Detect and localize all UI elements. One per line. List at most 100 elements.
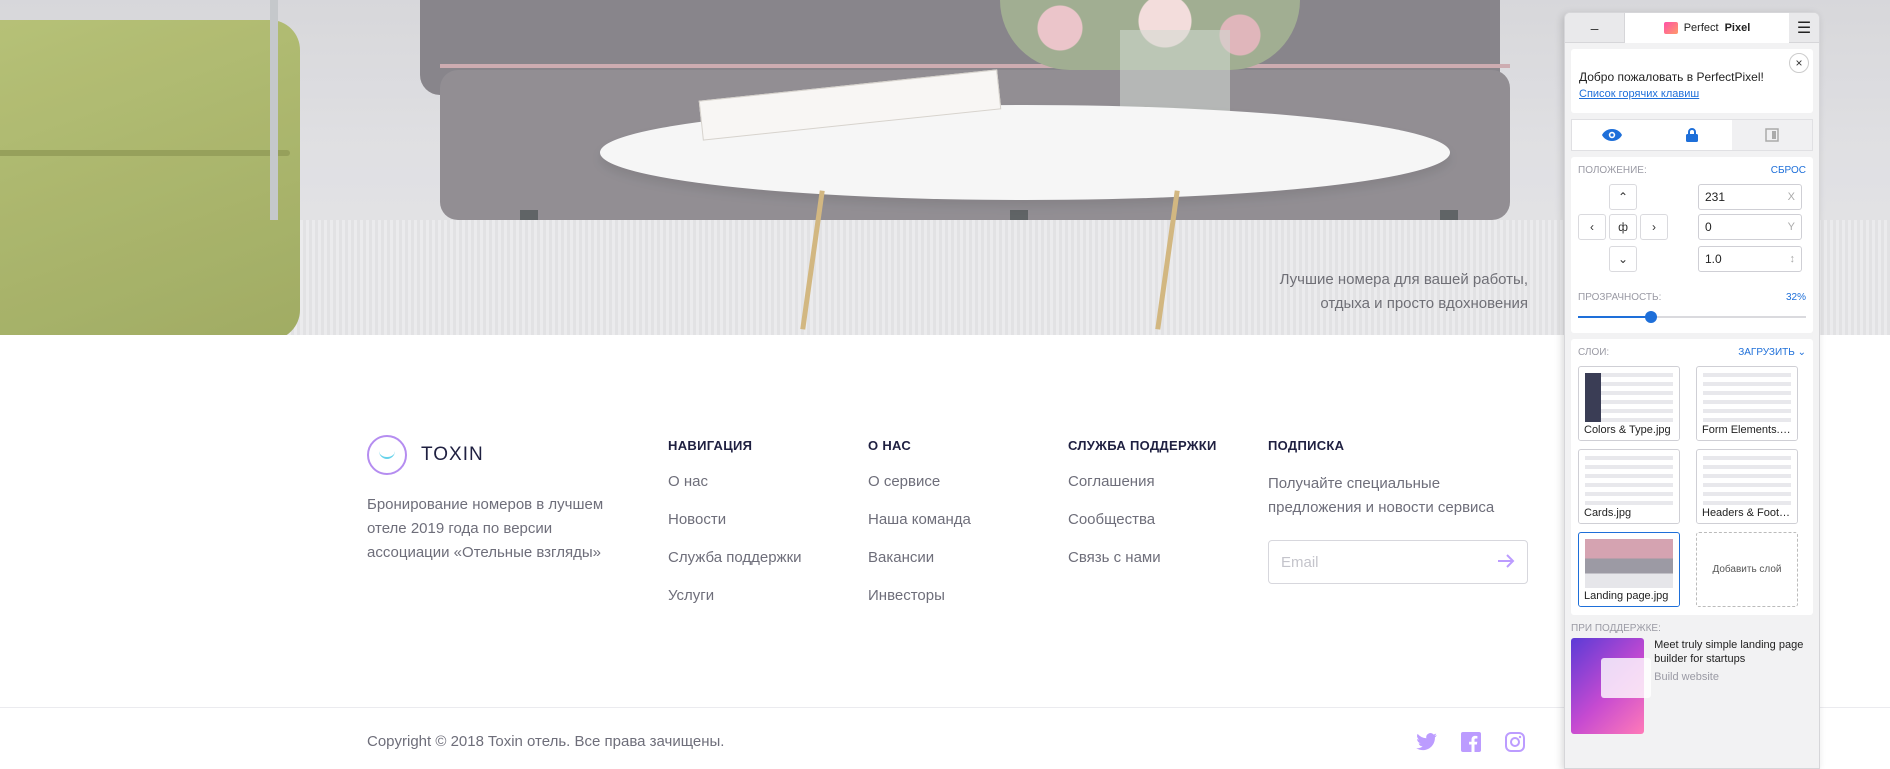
layer-name: Form Elements.jpg xyxy=(1697,422,1797,440)
hero-tagline: Лучшие номера для вашей работы, отдыха и… xyxy=(1280,268,1528,316)
opacity-fill xyxy=(1578,316,1651,318)
scale-field[interactable]: 1.0 ↕ xyxy=(1698,246,1802,272)
footer-about: Бронирование номеров в лучшем отеле 2019… xyxy=(367,496,604,561)
layers-grid: Colors & Type.jpg Form Elements.jpg Card… xyxy=(1578,366,1806,607)
column-title: СЛУЖБА ПОДДЕРЖКИ xyxy=(1068,438,1217,453)
scale-value: 1.0 xyxy=(1705,252,1722,266)
sponsor-ad-image xyxy=(1571,638,1652,734)
instagram-icon[interactable] xyxy=(1503,730,1527,754)
email-input[interactable] xyxy=(1281,553,1481,571)
opacity-knob[interactable] xyxy=(1644,311,1657,323)
move-up-button[interactable]: ⌃ xyxy=(1609,184,1637,210)
y-unit: Y xyxy=(1787,221,1795,233)
pp-layers-section: СЛОИ: ЗАГРУЗИТЬ ⌄ Colors & Type.jpg Form… xyxy=(1571,339,1813,615)
footer-logo[interactable]: TOXIN xyxy=(367,435,484,475)
layer-item[interactable]: Headers & Footers.jpg xyxy=(1696,449,1798,524)
arrow-right-icon[interactable] xyxy=(1497,551,1515,574)
sponsor-ad-copy: Meet truly simple landing page builder f… xyxy=(1654,639,1804,665)
twitter-icon[interactable] xyxy=(1415,730,1439,754)
minimize-button[interactable]: – xyxy=(1565,13,1625,43)
subscribe-text: Получайте специальные предложения и ново… xyxy=(1268,475,1495,516)
layer-name: Colors & Type.jpg xyxy=(1579,422,1679,440)
pp-welcome-text: Добро пожаловать в PerfectPixel! xyxy=(1579,70,1764,84)
pp-position-section: ПОЛОЖЕНИЕ: СБРОС ⌃ ‹ ф › ⌄ 231 X 0 Y 1.0 xyxy=(1571,157,1813,333)
x-unit: X xyxy=(1787,191,1795,203)
copyright-text: Copyright © 2018 Toxin отель. Все права … xyxy=(367,733,725,750)
footer-column-about: О НАС О сервисе Наша команда Вакансии Ин… xyxy=(868,438,971,624)
pp-position-controls: ⌃ ‹ ф › ⌄ 231 X 0 Y 1.0 ↕ xyxy=(1578,180,1806,292)
sponsor-ad-cta[interactable]: Build website xyxy=(1654,670,1813,684)
column-title: ПОДПИСКА xyxy=(1268,438,1345,453)
footer-link-news[interactable]: Новости xyxy=(668,510,802,529)
layer-name: Landing page.jpg xyxy=(1579,588,1679,606)
center-button[interactable]: ф xyxy=(1609,214,1637,240)
sponsor-ad-text: Meet truly simple landing page builder f… xyxy=(1654,638,1813,734)
perfectpixel-panel: – Perfect Pixel ☰ × Добро пожаловать в Pe… xyxy=(1564,12,1820,769)
opacity-label: ПРОЗРАЧНОСТЬ: xyxy=(1578,292,1662,303)
x-position-field[interactable]: 231 X xyxy=(1698,184,1802,210)
hotkeys-link[interactable]: Список горячих клавиш xyxy=(1579,88,1805,100)
footer-link-services[interactable]: Услуги xyxy=(668,586,802,605)
invert-icon[interactable] xyxy=(1732,120,1812,150)
footer-link-about[interactable]: О нас xyxy=(668,472,802,491)
pp-titlebar: – Perfect Pixel ☰ xyxy=(1565,13,1819,43)
move-down-button[interactable]: ⌄ xyxy=(1609,246,1637,272)
page: Лучшие номера для вашей работы, отдыха и… xyxy=(0,0,1890,769)
layer-item[interactable]: Form Elements.jpg xyxy=(1696,366,1798,441)
footer-link-contact[interactable]: Связь с нами xyxy=(1068,548,1217,567)
y-value: 0 xyxy=(1705,220,1712,234)
hero-tagline-line1: Лучшие номера для вашей работы, xyxy=(1279,271,1528,288)
footer-link-vacancies[interactable]: Вакансии xyxy=(868,548,971,567)
footer-column-subscribe: ПОДПИСКА Получайте специальные предложен… xyxy=(1268,438,1530,584)
layer-thumbnail xyxy=(1585,456,1673,505)
logo-text: TOXIN xyxy=(421,444,484,465)
column-title: НАВИГАЦИЯ xyxy=(668,438,753,453)
footer-link-about-service[interactable]: О сервисе xyxy=(868,472,971,491)
pp-opacity-label: ПРОЗРАЧНОСТЬ: 32% xyxy=(1578,292,1806,303)
footer-column-navigation: НАВИГАЦИЯ О нас Новости Служба поддержки… xyxy=(668,438,802,624)
opacity-slider[interactable] xyxy=(1578,309,1806,325)
pp-title: Perfect Pixel xyxy=(1625,13,1789,43)
email-subscribe-box xyxy=(1268,540,1528,584)
y-position-field[interactable]: 0 Y xyxy=(1698,214,1802,240)
pp-welcome-box: × Добро пожаловать в PerfectPixel! Списо… xyxy=(1571,49,1813,113)
layer-thumbnail xyxy=(1703,373,1791,422)
scale-unit: ↕ xyxy=(1789,253,1796,265)
footer-link-team[interactable]: Наша команда xyxy=(868,510,971,529)
upload-label: ЗАГРУЗИТЬ xyxy=(1738,347,1795,358)
toxin-logo-icon xyxy=(367,435,407,475)
eye-icon[interactable] xyxy=(1572,120,1652,150)
add-layer-button[interactable]: Добавить слой xyxy=(1696,532,1798,607)
layer-item-active[interactable]: Landing page.jpg xyxy=(1578,532,1680,607)
layers-label: СЛОИ: xyxy=(1578,347,1610,358)
pp-title-prefix: Perfect xyxy=(1683,21,1719,34)
layer-item[interactable]: Colors & Type.jpg xyxy=(1578,366,1680,441)
move-right-button[interactable]: › xyxy=(1640,214,1668,240)
footer-link-support[interactable]: Служба поддержки xyxy=(668,548,802,567)
layer-item[interactable]: Cards.jpg xyxy=(1578,449,1680,524)
layer-name: Headers & Footers.jpg xyxy=(1697,505,1797,523)
footer-link-investors[interactable]: Инвесторы xyxy=(868,586,971,605)
pp-position-label: ПОЛОЖЕНИЕ: СБРОС xyxy=(1578,165,1806,176)
upload-button[interactable]: ЗАГРУЗИТЬ ⌄ xyxy=(1738,347,1806,358)
sponsor-label: ПРИ ПОДДЕРЖКЕ: xyxy=(1571,623,1661,634)
layer-thumbnail xyxy=(1585,373,1673,422)
footer-link-communities[interactable]: Сообщества xyxy=(1068,510,1217,529)
chevron-down-icon: ⌄ xyxy=(1797,347,1806,358)
hamburger-menu-icon[interactable]: ☰ xyxy=(1789,13,1819,43)
facebook-icon[interactable] xyxy=(1459,730,1483,754)
perfectpixel-logo-icon xyxy=(1663,21,1678,34)
reset-button[interactable]: СБРОС xyxy=(1771,165,1806,176)
footer-link-agreements[interactable]: Соглашения xyxy=(1068,472,1217,491)
sponsor-ad[interactable]: Meet truly simple landing page builder f… xyxy=(1571,638,1813,734)
lock-icon[interactable] xyxy=(1652,120,1732,150)
x-value: 231 xyxy=(1705,190,1726,204)
opacity-value: 32% xyxy=(1785,292,1806,303)
close-icon[interactable]: × xyxy=(1789,53,1809,73)
move-left-button[interactable]: ‹ xyxy=(1578,214,1606,240)
pp-layers-header: СЛОИ: ЗАГРУЗИТЬ ⌄ xyxy=(1578,347,1806,358)
layer-name: Cards.jpg xyxy=(1579,505,1679,523)
social-links xyxy=(1415,730,1527,754)
hero-tagline-line2: отдыха и просто вдохновения xyxy=(1320,295,1528,312)
footer-column-support: СЛУЖБА ПОДДЕРЖКИ Соглашения Сообщества С… xyxy=(1068,438,1217,586)
